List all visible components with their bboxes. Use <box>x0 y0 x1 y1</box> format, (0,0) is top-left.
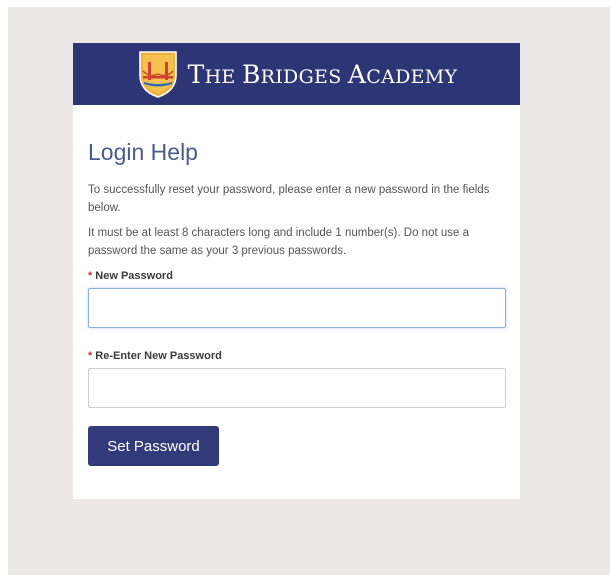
brand-header: THE BRIDGES ACADEMY <box>73 43 520 105</box>
set-password-button[interactable]: Set Password <box>88 426 219 466</box>
reenter-password-label-text: Re-Enter New Password <box>95 350 222 362</box>
required-marker: * <box>88 350 93 362</box>
new-password-label-text: New Password <box>95 270 173 282</box>
academy-name-letter: A <box>347 59 367 89</box>
new-password-label: * New Password <box>88 270 506 282</box>
academy-name-letter: B <box>241 59 261 89</box>
instructions-text: To successfully reset your password, ple… <box>88 184 490 214</box>
academy-name-part: RIDGES <box>260 65 348 88</box>
academy-logo: THE BRIDGES ACADEMY <box>136 49 458 99</box>
new-password-input[interactable] <box>88 288 506 328</box>
reenter-password-label: * Re-Enter New Password <box>88 350 506 362</box>
academy-name: THE BRIDGES ACADEMY <box>188 60 458 89</box>
reenter-password-input[interactable] <box>88 368 506 408</box>
form-content: Login Help To successfully reset your pa… <box>73 105 520 466</box>
academy-name-part: CADEMY <box>366 65 458 88</box>
academy-name-part: HE <box>204 65 242 88</box>
academy-name-letter: T <box>187 59 205 89</box>
required-marker: * <box>88 270 93 282</box>
crest-icon <box>138 51 177 98</box>
password-requirements-text: It must be at least 8 characters long an… <box>88 227 469 257</box>
login-help-card: THE BRIDGES ACADEMY Login Help To succes… <box>73 43 520 499</box>
page-title: Login Help <box>88 139 198 165</box>
